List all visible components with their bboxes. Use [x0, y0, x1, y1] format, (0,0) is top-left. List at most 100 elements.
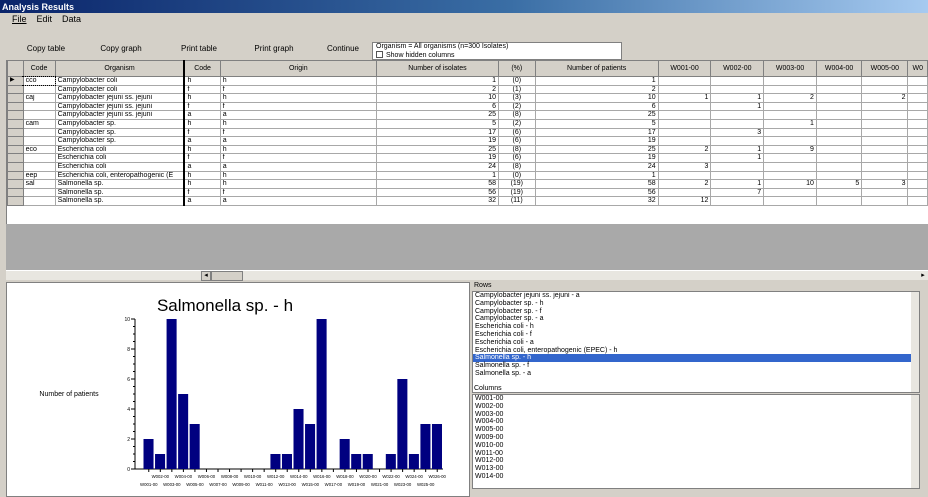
- list-item[interactable]: Campylobacter sp. - h: [473, 300, 919, 308]
- table-cell[interactable]: [907, 93, 928, 103]
- table-cell[interactable]: Salmonella sp.: [54, 196, 186, 206]
- columns-list[interactable]: W001-00 W002-00 W003-00 W004-00 W005-00 W009-…: [472, 394, 920, 489]
- menu-data[interactable]: Data: [61, 14, 82, 24]
- table-cell[interactable]: [763, 153, 817, 163]
- table-cell[interactable]: h: [219, 179, 377, 189]
- table-cell[interactable]: h: [183, 144, 221, 155]
- table-cell[interactable]: h: [183, 118, 221, 129]
- table-cell[interactable]: a: [219, 110, 377, 120]
- table-cell[interactable]: [710, 76, 765, 86]
- list-item[interactable]: Escherichia coli - f: [473, 331, 919, 339]
- table-cell[interactable]: (6): [497, 153, 536, 163]
- table-cell[interactable]: h: [219, 76, 377, 86]
- table-cell[interactable]: 1: [375, 76, 499, 86]
- table-cell[interactable]: 10: [375, 93, 499, 103]
- table-cell[interactable]: a: [219, 196, 377, 206]
- table-cell[interactable]: 10: [534, 93, 659, 103]
- table-cell[interactable]: [861, 136, 909, 146]
- table-cell[interactable]: [861, 196, 909, 206]
- table-cell[interactable]: Escherichia coli: [54, 161, 186, 172]
- list-item[interactable]: Salmonella sp. - f: [473, 362, 919, 370]
- table-cell[interactable]: 1: [710, 93, 765, 103]
- table-cell[interactable]: 12: [657, 196, 712, 206]
- table-cell[interactable]: 32: [534, 196, 659, 206]
- table-cell[interactable]: [763, 110, 817, 120]
- menu-file[interactable]: File: [11, 14, 28, 24]
- table-cell[interactable]: [657, 187, 712, 198]
- table-row[interactable]: Salmonella sp. f f 56 (19) 56 7: [7, 187, 928, 198]
- table-cell[interactable]: Campylobacter jejuni ss. jejuni: [54, 101, 186, 112]
- table-cell[interactable]: [907, 101, 928, 112]
- table-cell[interactable]: 1: [710, 101, 765, 112]
- table-cell[interactable]: h: [183, 76, 221, 86]
- table-cell[interactable]: 5: [375, 118, 499, 129]
- table-cell[interactable]: [763, 170, 817, 181]
- table-cell[interactable]: [907, 84, 928, 95]
- table-cell[interactable]: f: [219, 187, 377, 198]
- table-cell[interactable]: Campylobacter sp.: [54, 136, 186, 146]
- horizontal-scrollbar[interactable]: ◂ ▸: [6, 270, 928, 281]
- list-item[interactable]: W002-00: [473, 403, 919, 411]
- table-cell[interactable]: 2: [657, 179, 712, 189]
- table-cell[interactable]: h: [219, 144, 377, 155]
- checkbox-icon[interactable]: [376, 51, 383, 58]
- copy-table-button[interactable]: Copy table: [25, 42, 67, 54]
- table-cell[interactable]: [815, 196, 863, 206]
- column-header[interactable]: W0: [907, 60, 928, 77]
- table-cell[interactable]: Escherichia coli: [54, 153, 186, 163]
- list-item[interactable]: Salmonella sp. - h: [473, 354, 919, 363]
- table-cell[interactable]: f: [219, 84, 377, 95]
- table-cell[interactable]: [861, 101, 909, 112]
- table-cell[interactable]: [907, 170, 928, 181]
- table-cell[interactable]: a: [183, 136, 221, 146]
- table-cell[interactable]: sal: [22, 179, 56, 189]
- vertical-scrollbar[interactable]: [911, 292, 919, 392]
- table-cell[interactable]: [657, 101, 712, 112]
- table-cell[interactable]: h: [183, 170, 221, 181]
- table-cell[interactable]: [861, 187, 909, 198]
- table-cell[interactable]: [861, 110, 909, 120]
- table-cell[interactable]: caj: [22, 93, 56, 103]
- table-cell[interactable]: [763, 127, 817, 138]
- table-row[interactable]: caj Campylobacter jejuni ss. jejuni h h 10 (3…: [7, 93, 928, 103]
- table-cell[interactable]: [815, 76, 863, 86]
- column-header[interactable]: Code: [22, 60, 56, 77]
- table-cell[interactable]: [657, 76, 712, 86]
- table-cell[interactable]: [907, 153, 928, 163]
- list-item[interactable]: Escherichia coli - h: [473, 323, 919, 331]
- column-header[interactable]: W002-00: [710, 60, 765, 77]
- table-cell[interactable]: [861, 144, 909, 155]
- row-selector[interactable]: [7, 170, 24, 181]
- table-cell[interactable]: [815, 170, 863, 181]
- table-cell[interactable]: 2: [861, 93, 909, 103]
- column-header[interactable]: W003-00: [763, 60, 817, 77]
- table-cell[interactable]: (19): [497, 179, 536, 189]
- table-row[interactable]: Salmonella sp. a a 32 (11) 32 12: [7, 196, 928, 206]
- column-header[interactable]: W004-00: [815, 60, 863, 77]
- table-cell[interactable]: 9: [763, 144, 817, 155]
- table-cell[interactable]: h: [219, 170, 377, 181]
- table-cell[interactable]: Campylobacter jejuni ss. jejuni: [54, 93, 186, 103]
- table-cell[interactable]: 5: [815, 179, 863, 189]
- table-cell[interactable]: [22, 136, 56, 146]
- table-cell[interactable]: [710, 118, 765, 129]
- table-cell[interactable]: [861, 118, 909, 129]
- table-cell[interactable]: [815, 93, 863, 103]
- table-cell[interactable]: 6: [534, 101, 659, 112]
- table-cell[interactable]: [763, 187, 817, 198]
- table-cell[interactable]: [657, 127, 712, 138]
- table-cell[interactable]: [907, 118, 928, 129]
- table-cell[interactable]: [815, 153, 863, 163]
- table-cell[interactable]: a: [183, 196, 221, 206]
- table-cell[interactable]: [861, 153, 909, 163]
- table-row[interactable]: Campylobacter sp. f f 17 (6) 17 3: [7, 127, 928, 138]
- scroll-thumb[interactable]: [211, 271, 243, 281]
- column-header[interactable]: Number of patients: [534, 60, 659, 77]
- row-selector[interactable]: [7, 179, 24, 189]
- table-cell[interactable]: 2: [534, 84, 659, 95]
- table-cell[interactable]: 25: [375, 144, 499, 155]
- list-item[interactable]: W012-00: [473, 457, 919, 465]
- table-cell[interactable]: [710, 136, 765, 146]
- table-cell[interactable]: Campylobacter sp.: [54, 127, 186, 138]
- column-header[interactable]: Number of isolates: [375, 60, 499, 77]
